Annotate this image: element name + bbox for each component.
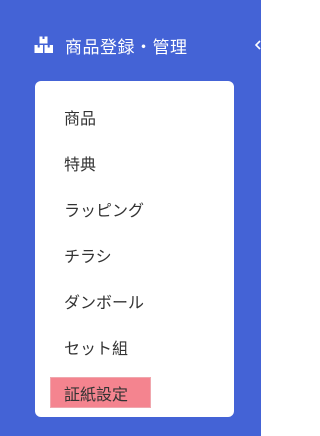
submenu-item-label: ラッピング	[64, 201, 145, 220]
submenu-item-label: セット組	[64, 339, 129, 358]
submenu-item-flyer[interactable]: チラシ	[35, 232, 234, 278]
sidebar: 商品登録・管理 商品 特典 ラッピング チラシ ダンボール セット組 証紙設定	[0, 0, 261, 436]
submenu-item-label: ダンボール	[64, 293, 145, 312]
boxes-icon	[34, 36, 54, 54]
submenu-item-certificate-settings[interactable]: 証紙設定	[35, 370, 234, 416]
submenu-item-label: 商品	[64, 109, 97, 128]
submenu-item-label: チラシ	[64, 247, 112, 266]
section-header-product-management[interactable]: 商品登録・管理	[34, 30, 188, 60]
submenu-item-products[interactable]: 商品	[35, 94, 234, 140]
submenu-item-bonus[interactable]: 特典	[35, 140, 234, 186]
submenu-item-label: 特典	[64, 155, 97, 174]
submenu-item-label: 証紙設定	[64, 385, 129, 404]
submenu-item-cardboard[interactable]: ダンボール	[35, 278, 234, 324]
submenu-item-set-assembly[interactable]: セット組	[35, 324, 234, 370]
collapse-caret-icon[interactable]	[254, 40, 265, 52]
section-header-label: 商品登録・管理	[65, 37, 188, 58]
submenu-panel: 商品 特典 ラッピング チラシ ダンボール セット組 証紙設定	[35, 81, 234, 417]
submenu-item-wrapping[interactable]: ラッピング	[35, 186, 234, 232]
